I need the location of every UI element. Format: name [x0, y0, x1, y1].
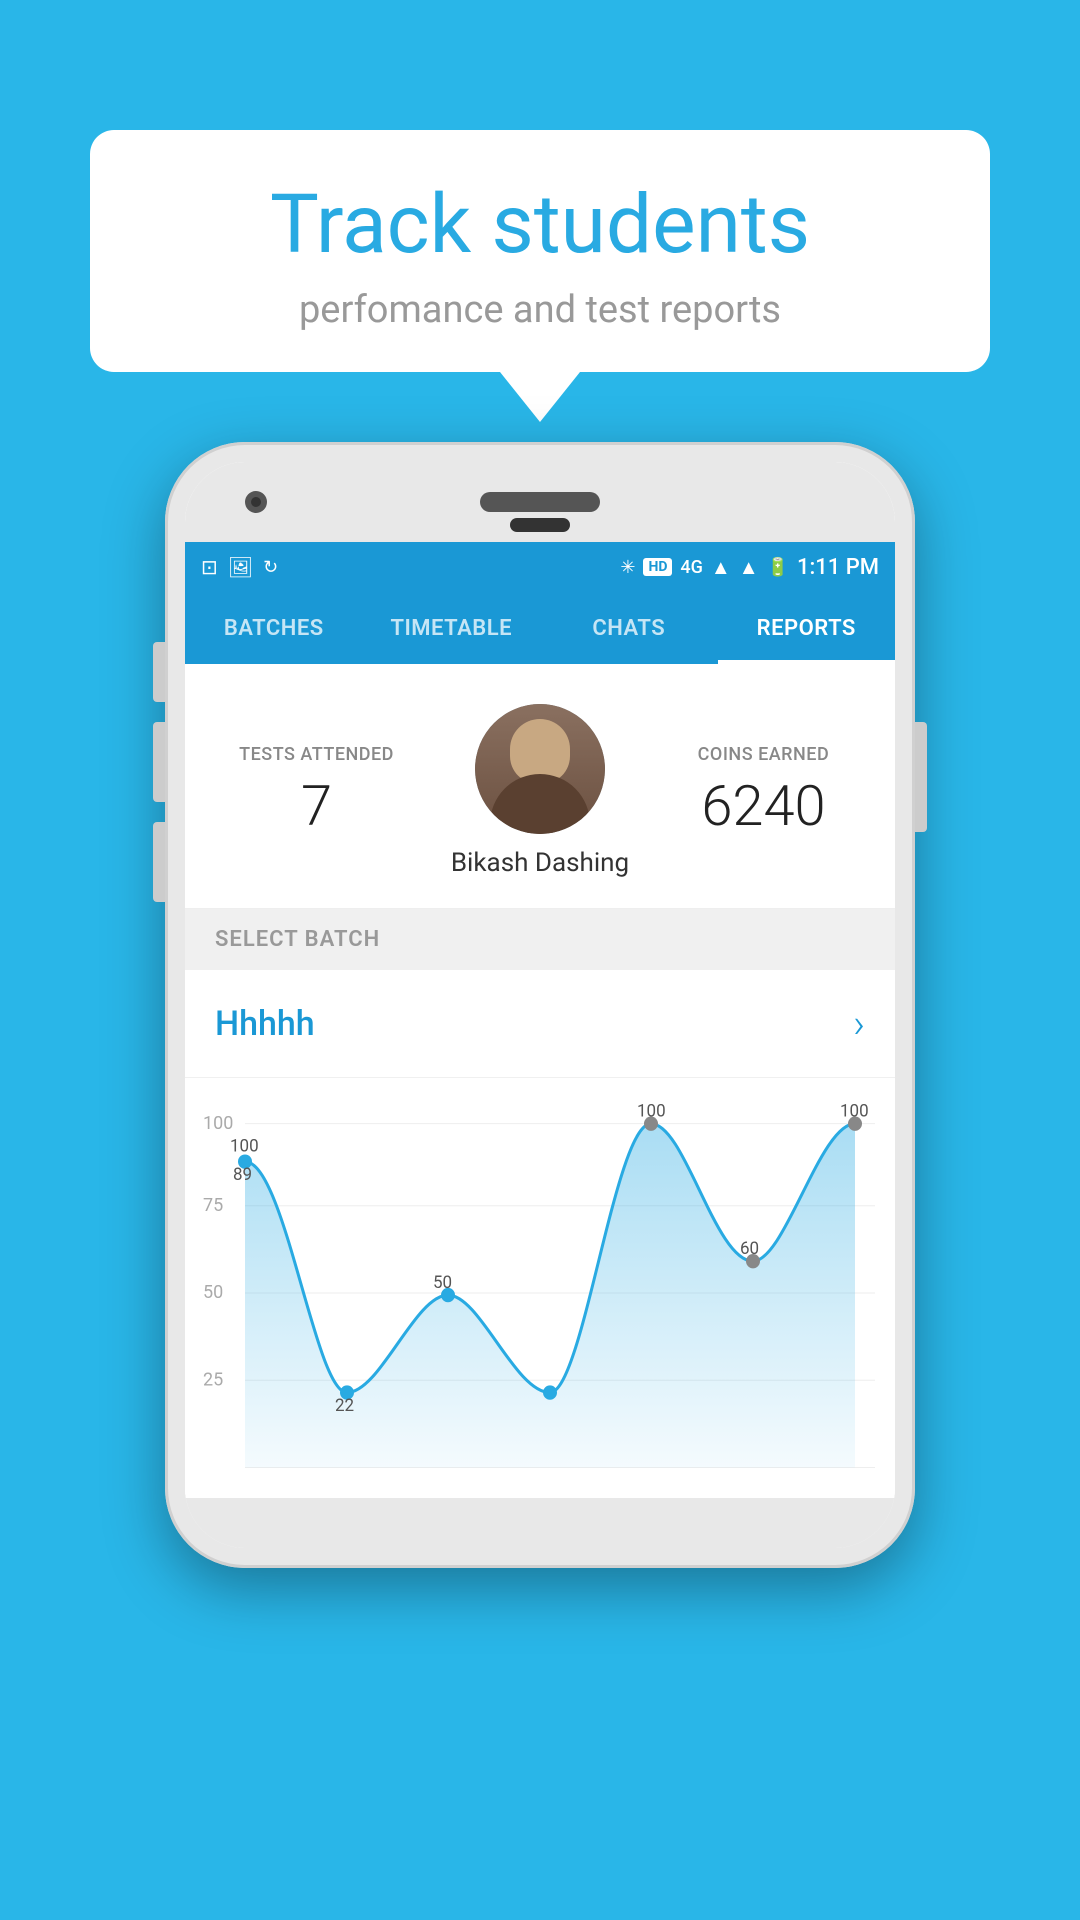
earpiece — [510, 518, 570, 532]
chart-label-100-right: 100 — [840, 1101, 869, 1121]
chevron-right-icon: › — [853, 1000, 865, 1047]
batch-name: Hhhhh — [215, 1004, 315, 1044]
coins-earned-value: 6240 — [662, 773, 865, 839]
chart-svg: 100 75 50 25 — [195, 1098, 875, 1488]
signal-icon-2: ▲ — [739, 555, 759, 580]
tests-attended-label: TESTS ATTENDED — [215, 744, 418, 765]
status-icons-left: ⊡ 🖼 ↻ — [201, 555, 278, 579]
speech-bubble-title: Track students — [150, 180, 930, 270]
y-label-75: 75 — [203, 1195, 223, 1216]
tab-chats[interactable]: CHATS — [540, 592, 718, 664]
phone-side-btn-volume-up — [153, 722, 165, 802]
user-avatar — [475, 704, 605, 834]
phone-side-btn-volume-silent — [153, 642, 165, 702]
select-batch-label: SELECT BATCH — [215, 927, 865, 952]
performance-chart: 100 75 50 25 — [185, 1078, 895, 1498]
phone-side-btn-power — [915, 722, 927, 832]
coins-earned-block: COINS EARNED 6240 — [662, 744, 865, 839]
y-label-25: 25 — [203, 1369, 223, 1390]
profile-section: TESTS ATTENDED 7 Bikash Dashing COINS EA… — [185, 664, 895, 909]
select-batch-header: SELECT BATCH — [185, 909, 895, 970]
battery-icon: 🔋 — [767, 557, 789, 578]
status-icons-right: ✳ HD 4G ▲ ▲ 🔋 1:11 PM — [620, 555, 879, 580]
notification-icon-1: ⊡ — [201, 555, 218, 579]
tests-attended-value: 7 — [215, 773, 418, 839]
network-label: 4G — [680, 557, 703, 578]
status-bar: ⊡ 🖼 ↻ ✳ HD 4G ▲ ▲ 🔋 1:11 PM — [185, 542, 895, 592]
tests-attended-block: TESTS ATTENDED 7 — [215, 744, 418, 839]
speech-bubble-container: Track students perfomance and test repor… — [90, 130, 990, 422]
signal-icon-1: ▲ — [711, 555, 731, 580]
data-point-3 — [543, 1386, 557, 1400]
front-camera-icon — [245, 491, 267, 513]
speaker-grille — [480, 492, 600, 512]
avatar-section: Bikash Dashing — [418, 704, 662, 878]
tab-reports[interactable]: REPORTS — [718, 592, 896, 664]
speech-bubble-subtitle: perfomance and test reports — [150, 288, 930, 332]
notification-icon-2: 🖼 — [228, 555, 253, 579]
tab-timetable[interactable]: TIMETABLE — [363, 592, 541, 664]
avatar-face — [475, 704, 605, 834]
user-name: Bikash Dashing — [451, 848, 629, 878]
phone-outer: ⊡ 🖼 ↻ ✳ HD 4G ▲ ▲ 🔋 1:11 PM — [165, 442, 915, 1568]
phone-bottom-bar — [185, 1498, 895, 1548]
phone-side-btn-volume-down — [153, 822, 165, 902]
y-label-50: 50 — [203, 1282, 223, 1303]
navigation-tabs: BATCHES TIMETABLE CHATS REPORTS — [185, 592, 895, 664]
phone: ⊡ 🖼 ↻ ✳ HD 4G ▲ ▲ 🔋 1:11 PM — [165, 442, 915, 1568]
phone-screen: ⊡ 🖼 ↻ ✳ HD 4G ▲ ▲ 🔋 1:11 PM — [185, 462, 895, 1548]
chart-label-60: 60 — [740, 1239, 759, 1259]
coins-earned-label: COINS EARNED — [662, 744, 865, 765]
speech-bubble: Track students perfomance and test repor… — [90, 130, 990, 372]
y-label-100: 100 — [203, 1113, 233, 1134]
chart-label-100-mid: 100 — [637, 1101, 666, 1121]
chart-label-22: 22 — [335, 1396, 354, 1416]
chart-label-89: 89 — [233, 1165, 252, 1185]
tab-batches[interactable]: BATCHES — [185, 592, 363, 664]
batch-row[interactable]: Hhhhh › — [185, 970, 895, 1078]
speech-bubble-arrow — [500, 372, 580, 422]
chart-label-100-left: 100 — [230, 1136, 259, 1156]
hd-badge: HD — [643, 558, 672, 576]
screen-content: ⊡ 🖼 ↻ ✳ HD 4G ▲ ▲ 🔋 1:11 PM — [185, 542, 895, 1498]
bluetooth-icon: ✳ — [620, 557, 635, 578]
phone-top-bar — [185, 462, 895, 542]
notification-icon-3: ↻ — [263, 557, 278, 578]
chart-label-50: 50 — [433, 1273, 452, 1293]
status-time: 1:11 PM — [797, 555, 879, 580]
